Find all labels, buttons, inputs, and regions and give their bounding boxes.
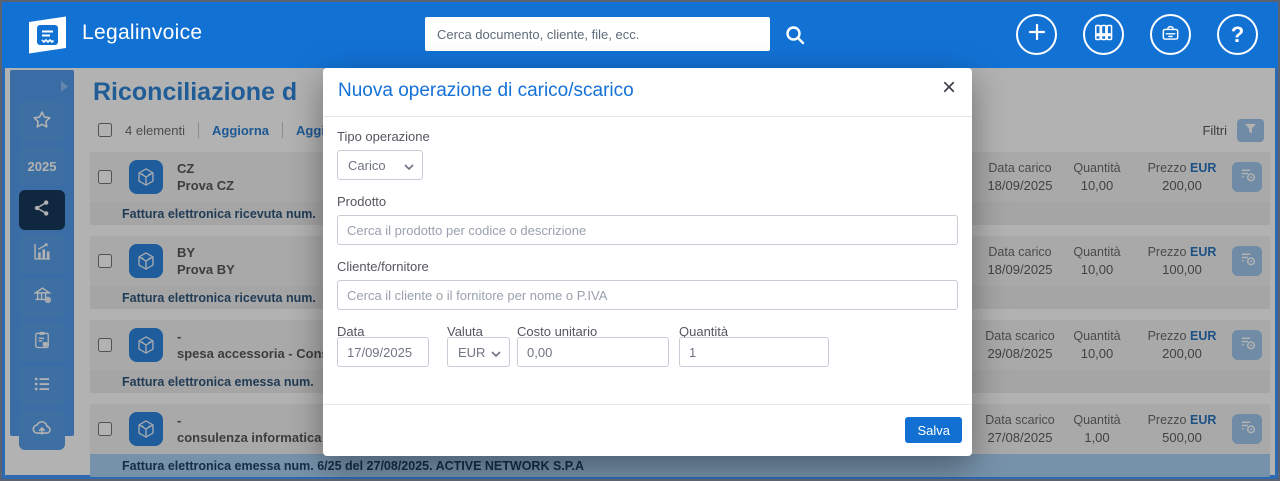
cliente-fornitore-label: Cliente/fornitore <box>337 259 958 274</box>
app-header: Legalinvoice <box>2 2 1278 68</box>
archive-icon <box>1093 22 1114 48</box>
legalinvoice-logo-icon <box>24 15 70 60</box>
archive-button[interactable] <box>1083 14 1124 55</box>
chevron-down-icon <box>404 158 414 173</box>
close-icon[interactable]: × <box>942 76 956 100</box>
tipo-operazione-label: Tipo operazione <box>337 129 958 144</box>
new-operation-modal: Nuova operazione di carico/scarico × Tip… <box>323 68 972 456</box>
cashbox-button[interactable] <box>1150 14 1191 55</box>
cashbox-icon <box>1160 22 1181 48</box>
help-button[interactable]: ? <box>1217 14 1258 55</box>
tipo-operazione-select[interactable]: Carico <box>337 150 423 180</box>
quantita-input[interactable] <box>679 337 829 367</box>
costo-unitario-input[interactable] <box>517 337 669 367</box>
valuta-select[interactable]: EUR <box>447 337 510 367</box>
app-window: Legalinvoice <box>0 0 1280 481</box>
plus-icon <box>1027 22 1047 47</box>
add-button[interactable] <box>1016 14 1057 55</box>
cliente-fornitore-input[interactable] <box>337 280 958 310</box>
prodotto-input[interactable] <box>337 215 958 245</box>
valuta-value: EUR <box>458 345 485 360</box>
header-actions: ? <box>1016 14 1258 55</box>
prodotto-label: Prodotto <box>337 194 958 209</box>
search-icon[interactable] <box>784 24 806 51</box>
help-icon: ? <box>1231 24 1244 46</box>
save-button[interactable]: Salva <box>905 417 962 443</box>
tipo-operazione-value: Carico <box>348 158 386 173</box>
chevron-down-icon <box>491 345 501 360</box>
modal-title: Nuova operazione di carico/scarico <box>338 80 634 102</box>
brand-title: Legalinvoice <box>82 21 202 45</box>
search-input[interactable] <box>425 17 770 51</box>
data-input[interactable] <box>337 337 429 367</box>
